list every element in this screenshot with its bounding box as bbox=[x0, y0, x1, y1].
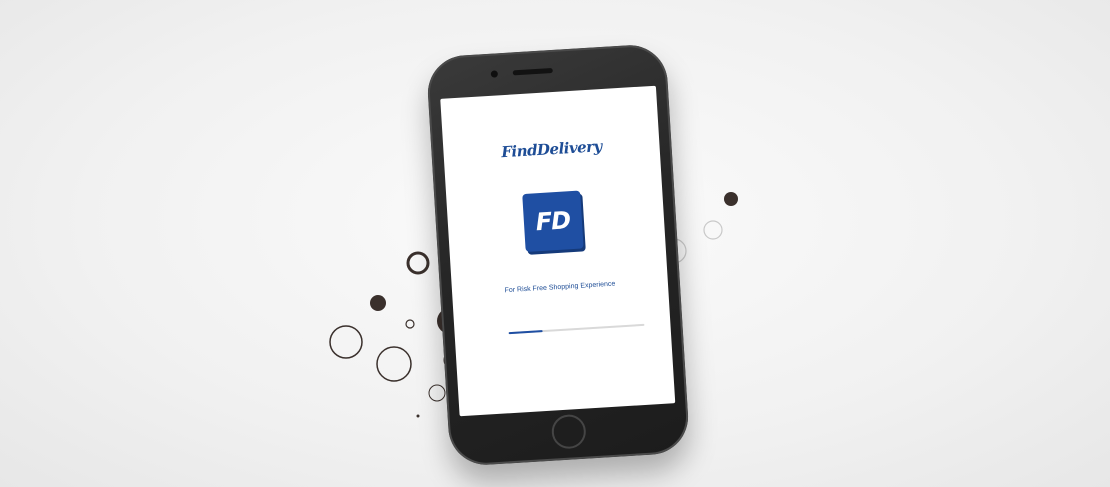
logo-text: FD bbox=[534, 206, 571, 237]
bubble-ring bbox=[376, 346, 412, 382]
splash-screen: FindDelivery FD For Risk Free Shopping E… bbox=[440, 85, 676, 417]
brand-title: FindDelivery bbox=[500, 137, 603, 162]
bubble-ring bbox=[428, 384, 446, 402]
bubble-dot bbox=[370, 295, 386, 311]
speaker-grille bbox=[512, 67, 553, 76]
bubble-dot bbox=[416, 414, 420, 418]
app-logo: FD bbox=[522, 190, 584, 252]
bubble-ring-light bbox=[703, 220, 723, 240]
camera-icon bbox=[490, 70, 499, 78]
bubble-dot bbox=[724, 192, 738, 206]
bubble-ring bbox=[406, 251, 430, 275]
phone-device: FindDelivery FD For Risk Free Shopping E… bbox=[425, 43, 691, 467]
loading-progress-bar bbox=[508, 323, 645, 335]
loading-progress-fill bbox=[508, 330, 543, 335]
bubble-ring bbox=[329, 325, 363, 359]
bubble-ring bbox=[405, 319, 415, 329]
home-button[interactable] bbox=[550, 413, 587, 450]
tagline: For Risk Free Shopping Experience bbox=[504, 280, 616, 295]
